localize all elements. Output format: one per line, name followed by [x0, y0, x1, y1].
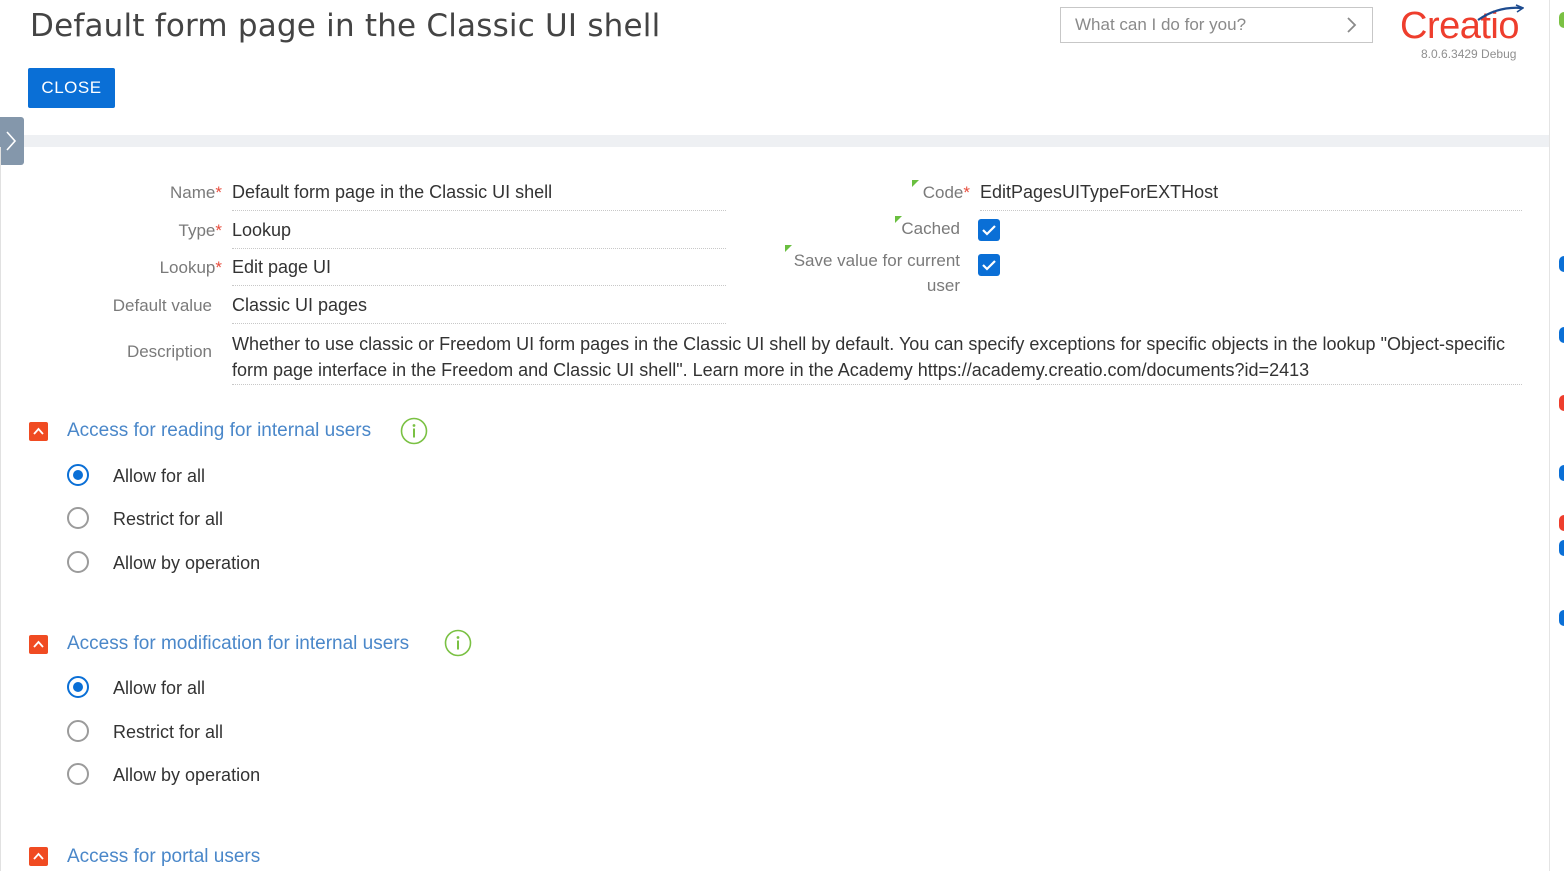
right-panel-indicator	[1559, 465, 1564, 481]
section-collapse-toggle[interactable]	[29, 635, 48, 654]
collapse-arrow-icon	[33, 427, 44, 435]
description-field[interactable]: Whether to use classic or Freedom UI for…	[232, 331, 1522, 385]
radio-read-restrict-all[interactable]	[67, 507, 89, 529]
required-marker: *	[215, 221, 222, 240]
code-label: Code*	[860, 183, 970, 203]
name-label: Name*	[100, 183, 222, 203]
type-label: Type*	[100, 221, 222, 241]
radio-modify-restrict-all[interactable]	[67, 720, 89, 742]
default-value-label: Default value	[112, 296, 212, 315]
chevron-right-icon	[6, 131, 17, 151]
collapse-arrow-icon	[33, 852, 44, 860]
radio-label[interactable]: Allow by operation	[113, 765, 260, 786]
type-label-text: Type	[178, 221, 216, 240]
right-panel-edge	[1550, 0, 1564, 871]
radio-label[interactable]: Allow by operation	[113, 553, 260, 574]
checkmark-icon	[982, 260, 996, 271]
save-for-user-label: Save value for current user	[760, 248, 960, 298]
required-marker: *	[215, 258, 222, 277]
right-panel-indicator	[1559, 610, 1564, 626]
section-title-read-access[interactable]: Access for reading for internal users	[67, 420, 371, 442]
save-for-user-label-line1: Save value for current	[793, 251, 960, 270]
save-for-user-label-line2: user	[926, 276, 960, 295]
right-panel-indicator	[1559, 540, 1564, 556]
code-field[interactable]: EditPagesUITypeForEXTHost	[980, 182, 1522, 211]
creatio-logo: Creatio	[1400, 4, 1528, 46]
section-title-modify-access[interactable]: Access for modification for internal use…	[67, 633, 409, 655]
code-label-text: Code	[922, 183, 964, 202]
required-marker: *	[963, 183, 970, 202]
right-panel-indicator	[1559, 256, 1564, 272]
default-value-field[interactable]: Classic UI pages	[232, 295, 726, 324]
section-collapse-toggle[interactable]	[29, 847, 48, 866]
radio-read-allow-by-operation[interactable]	[67, 551, 89, 573]
page-title: Default form page in the Classic UI shel…	[30, 8, 661, 44]
close-button[interactable]: CLOSE	[28, 68, 115, 108]
chevron-right-icon[interactable]	[1340, 14, 1362, 36]
search-input[interactable]	[1061, 8, 1331, 42]
info-icon[interactable]	[444, 629, 472, 657]
content-border	[0, 147, 1, 871]
radio-modify-allow-by-operation[interactable]	[67, 763, 89, 785]
creatio-logo-icon	[1477, 4, 1524, 21]
radio-label[interactable]: Allow for all	[113, 466, 205, 487]
info-icon[interactable]	[400, 417, 428, 445]
cached-label: Cached	[901, 219, 960, 238]
lookup-label-text: Lookup	[159, 258, 216, 277]
command-search[interactable]	[1060, 7, 1373, 43]
right-panel-indicator	[1559, 395, 1564, 411]
right-panel-indicator	[1559, 515, 1564, 531]
radio-read-allow-all[interactable]	[67, 464, 89, 486]
checkmark-icon	[982, 225, 996, 236]
radio-modify-allow-all[interactable]	[67, 676, 89, 698]
section-title-portal-access[interactable]: Access for portal users	[67, 846, 260, 868]
required-marker: *	[215, 183, 222, 202]
section-collapse-toggle[interactable]	[29, 422, 48, 441]
radio-label[interactable]: Allow for all	[113, 678, 205, 699]
name-label-text: Name	[170, 183, 216, 202]
lookup-label: Lookup*	[100, 258, 222, 278]
type-field[interactable]: Lookup	[232, 220, 726, 249]
lookup-field[interactable]: Edit page UI	[232, 257, 726, 286]
description-label: Description	[126, 342, 212, 361]
radio-label[interactable]: Restrict for all	[113, 722, 223, 743]
save-for-user-checkbox[interactable]	[978, 254, 1000, 276]
version-label: 8.0.6.3429 Debug	[1421, 47, 1517, 61]
name-field[interactable]: Default form page in the Classic UI shel…	[232, 182, 726, 211]
collapse-arrow-icon	[33, 640, 44, 648]
right-panel-indicator	[1559, 327, 1564, 343]
radio-label[interactable]: Restrict for all	[113, 509, 223, 530]
side-panel-toggle[interactable]	[0, 117, 24, 165]
header-divider	[0, 135, 1550, 147]
cached-checkbox[interactable]	[978, 219, 1000, 241]
right-panel-indicator	[1559, 12, 1564, 28]
